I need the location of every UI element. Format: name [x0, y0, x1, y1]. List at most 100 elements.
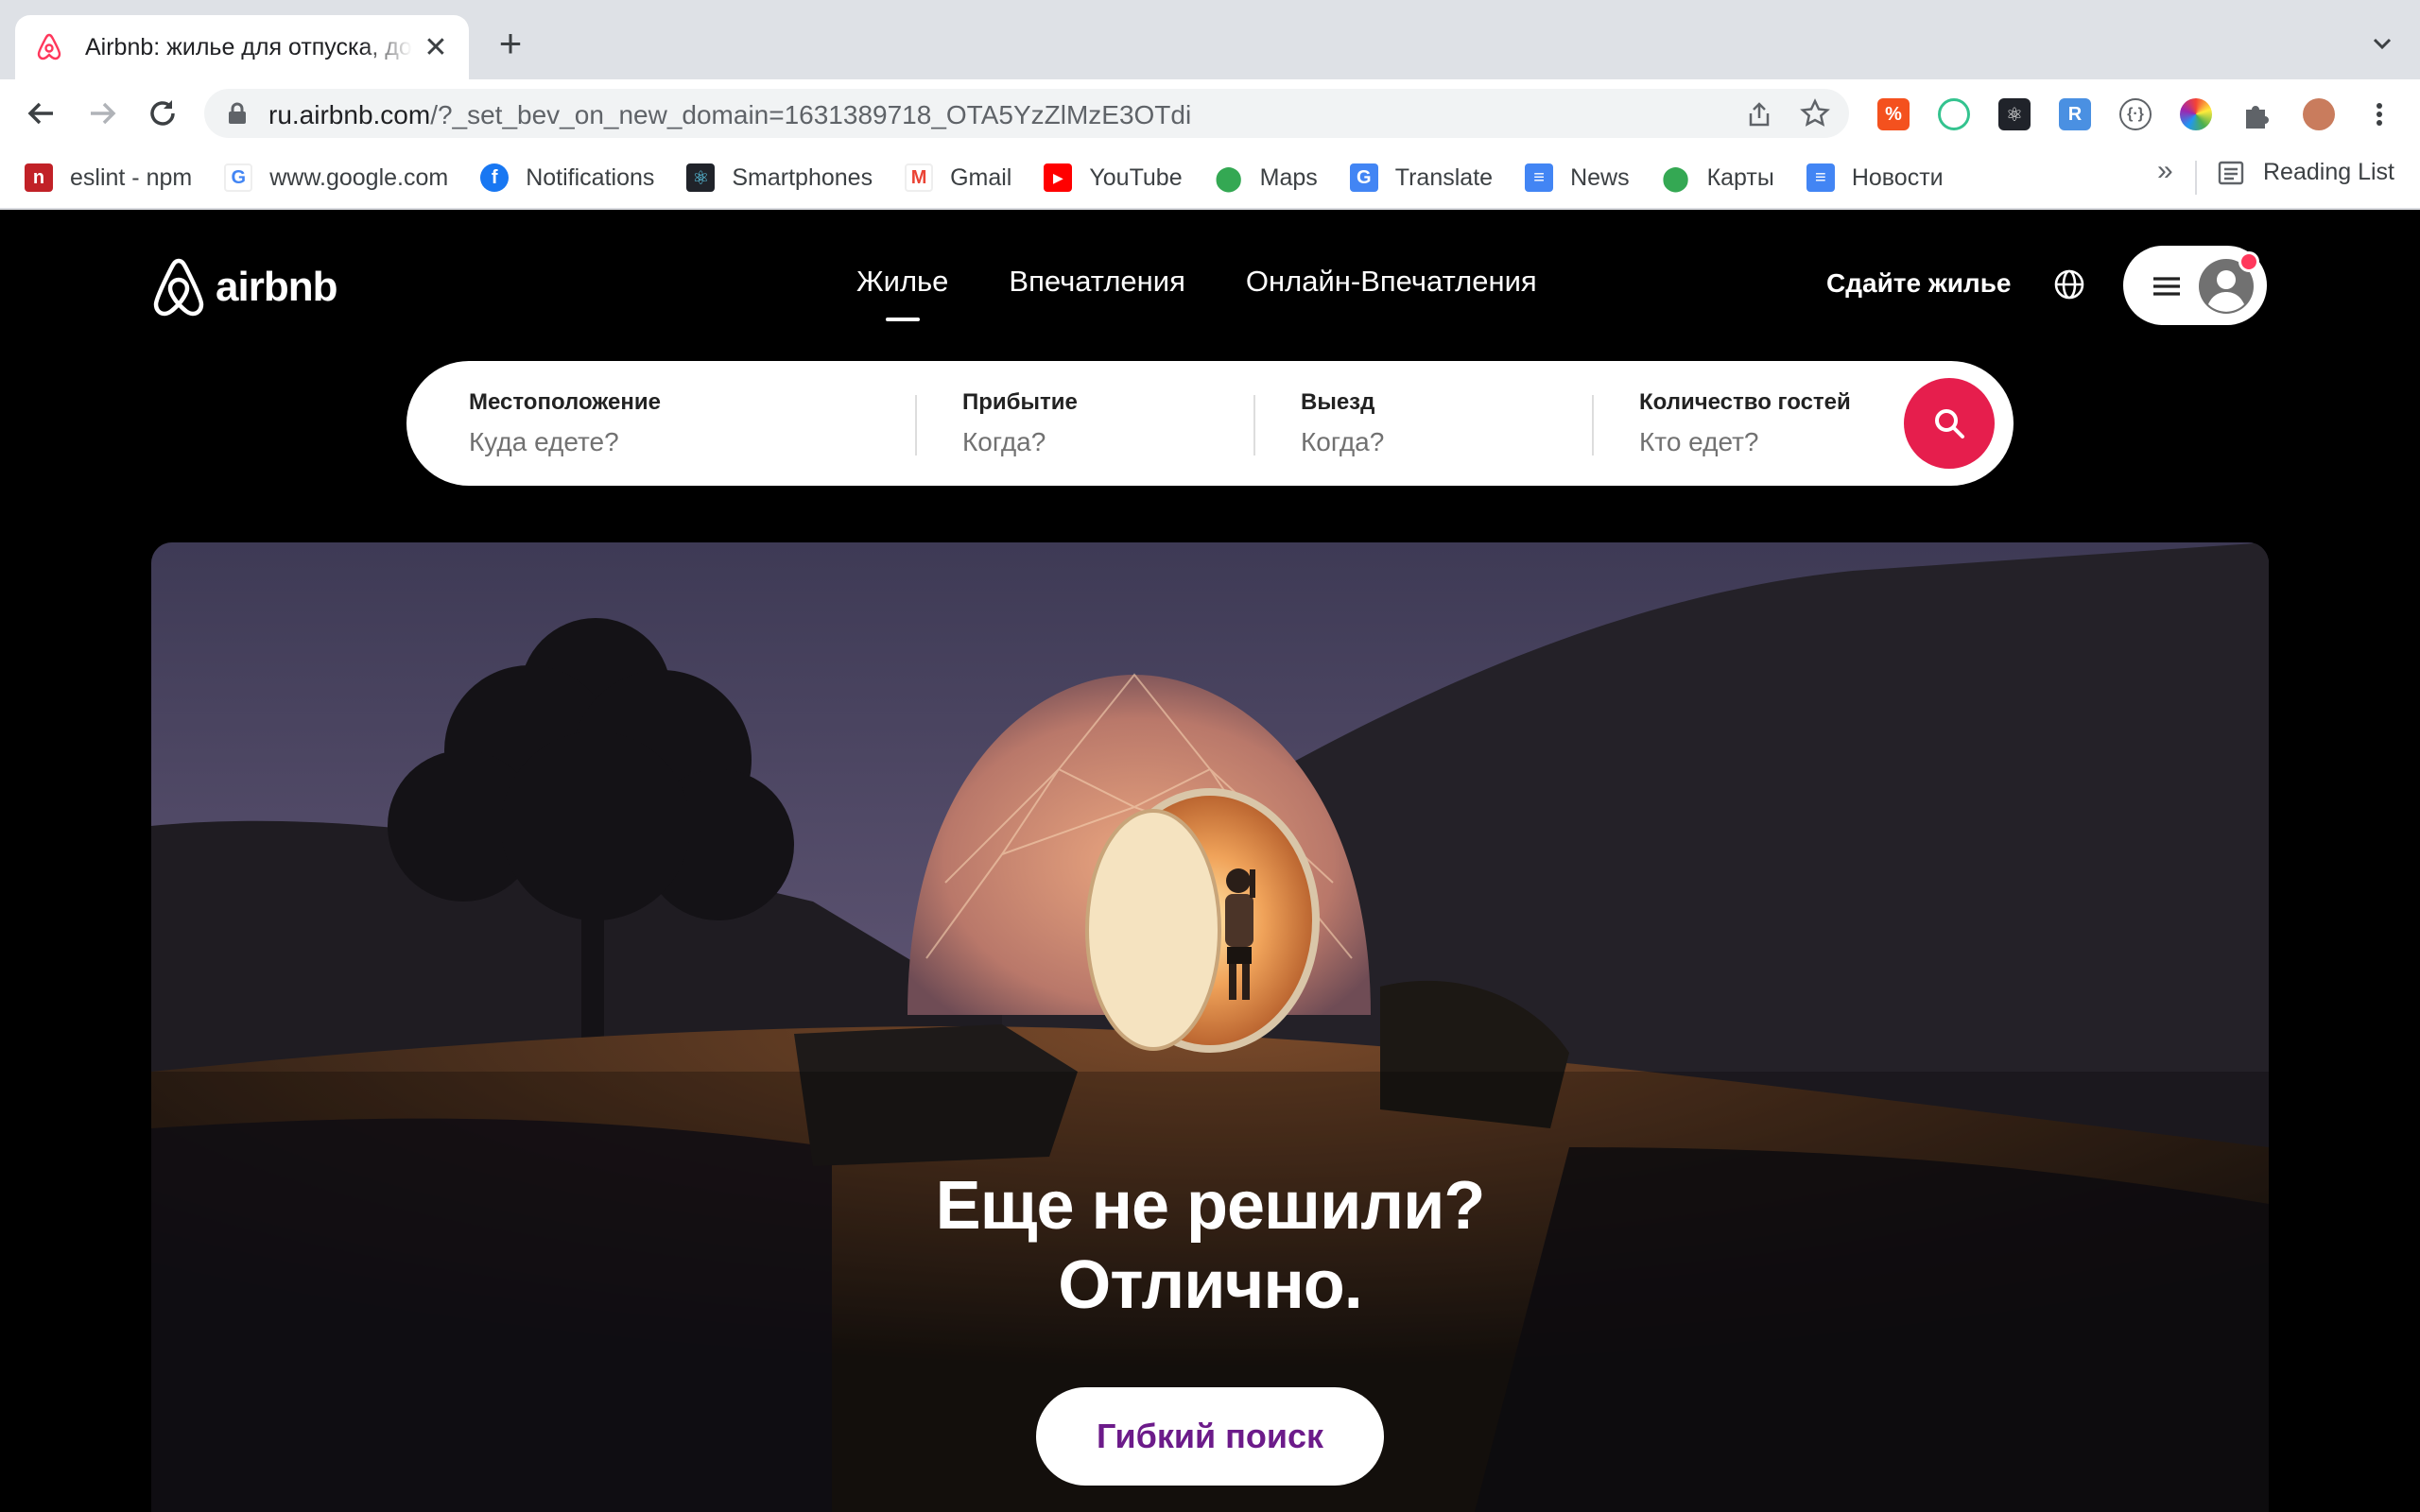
bookmark-smartphones[interactable]: ⚛ Smartphones — [686, 157, 873, 198]
bookmarks-bar: n eslint - npm G www.google.com f Notifi… — [0, 147, 2420, 210]
search-divider — [1253, 395, 1255, 455]
nav-experiences[interactable]: Впечатления — [1009, 265, 1184, 306]
news-icon: ≡ — [1806, 163, 1835, 192]
lock-icon[interactable] — [227, 102, 248, 125]
location-label: Местоположение — [469, 389, 661, 415]
bookmark-notifications[interactable]: f Notifications — [480, 157, 654, 198]
bookmark-label: www.google.com — [269, 163, 449, 191]
bookmark-news[interactable]: ≡ News — [1525, 157, 1630, 198]
bookmark-label: News — [1570, 163, 1630, 191]
browser-tab[interactable]: Airbnb: жилье для отпуска, дома, квартир… — [15, 15, 469, 79]
reading-list-label: Reading List — [2263, 159, 2394, 185]
gmail-icon: M — [905, 163, 934, 192]
bookmarks-overflow-button[interactable]: » — [2157, 155, 2173, 187]
extension-circle-icon[interactable] — [1938, 98, 1970, 130]
tab-close-icon[interactable]: ✕ — [422, 32, 450, 63]
user-menu-button[interactable] — [2123, 246, 2267, 325]
search-divider — [1592, 395, 1594, 455]
guests-label: Количество гостей — [1639, 389, 1851, 415]
guests-placeholder: Кто едет? — [1639, 427, 1759, 456]
url-text: ru.airbnb.com/?_set_bev_on_new_domain=16… — [268, 100, 1191, 130]
bookmark-label: YouTube — [1089, 163, 1183, 191]
extension-r-icon[interactable]: R — [2059, 98, 2091, 130]
checkin-field[interactable]: Прибытие Когда? — [962, 389, 1078, 457]
bookmark-label: Новости — [1851, 163, 1944, 191]
extension-react-devtools-icon[interactable]: ⚛ — [1998, 98, 2031, 130]
bookmark-label: eslint - npm — [70, 163, 193, 191]
extension-code-icon[interactable]: {·} — [2119, 98, 2152, 130]
bookmark-label: Smartphones — [732, 163, 873, 191]
search-bar: Местоположение Куда едете? Прибытие Когд… — [406, 361, 2014, 486]
notification-badge — [2238, 251, 2259, 272]
translate-icon: G — [1349, 163, 1378, 192]
browser-toolbar: ru.airbnb.com/?_set_bev_on_new_domain=16… — [0, 79, 2420, 147]
tab-title: Airbnb: жилье для отпуска, дома, квартир… — [85, 33, 412, 60]
hero-photo — [151, 542, 2269, 1512]
checkin-label: Прибытие — [962, 389, 1078, 415]
flexible-search-button[interactable]: Гибкий поиск — [1036, 1387, 1384, 1486]
location-field[interactable]: Местоположение Куда едете? — [469, 389, 661, 457]
browser-menu-icon[interactable] — [2363, 98, 2395, 130]
tab-strip: Airbnb: жилье для отпуска, дома, квартир… — [0, 0, 2420, 79]
extension-translate-icon[interactable]: % — [1877, 98, 1910, 130]
search-button[interactable] — [1904, 378, 1995, 469]
forward-arrow-icon[interactable] — [83, 94, 121, 132]
nav-stays[interactable]: Жилье — [856, 265, 948, 306]
hero-heading-line1: Еще не решили? — [935, 1168, 1486, 1244]
bookmark-novosti[interactable]: ≡ Новости — [1806, 157, 1944, 198]
hamburger-menu-icon — [2153, 277, 2180, 296]
bookmark-gmail[interactable]: M Gmail — [905, 157, 1011, 198]
search-icon — [1935, 409, 1964, 438]
bookmark-label: Карты — [1706, 163, 1774, 191]
main-nav: Жилье Впечатления Онлайн-Впечатления — [856, 265, 1537, 306]
globe-icon[interactable] — [2053, 268, 2085, 301]
airbnb-belo-icon — [153, 258, 204, 317]
nav-online-experiences[interactable]: Онлайн-Впечатления — [1246, 265, 1537, 306]
bookmark-star-icon[interactable] — [1800, 98, 1830, 129]
extension-color-wheel-icon[interactable] — [2180, 98, 2212, 130]
airbnb-logo[interactable]: airbnb — [151, 257, 337, 318]
checkout-placeholder: Когда? — [1301, 427, 1385, 456]
maps-pin-icon: ⬤ — [1661, 163, 1690, 192]
npm-icon: n — [25, 163, 53, 192]
url-path: /?_set_bev_on_new_domain=1631389718_OTA5… — [430, 100, 1192, 129]
google-icon: G — [224, 163, 253, 192]
facebook-icon: f — [480, 163, 510, 192]
bookmark-karty[interactable]: ⬤ Карты — [1661, 157, 1774, 198]
profile-avatar[interactable] — [2303, 98, 2335, 130]
bookmark-youtube[interactable]: ▶ YouTube — [1044, 157, 1183, 198]
news-icon: ≡ — [1525, 163, 1554, 192]
extensions-puzzle-icon[interactable] — [2240, 98, 2273, 130]
tab-search-chevron-icon[interactable] — [2367, 28, 2397, 59]
youtube-icon: ▶ — [1044, 163, 1073, 192]
reload-icon[interactable] — [144, 94, 182, 132]
share-icon[interactable] — [1745, 100, 1773, 129]
checkin-placeholder: Когда? — [962, 427, 1046, 456]
reading-list-icon — [2218, 161, 2244, 184]
address-bar[interactable]: ru.airbnb.com/?_set_bev_on_new_domain=16… — [204, 89, 1849, 138]
bookmarks-divider — [2195, 161, 2197, 195]
bookmark-maps[interactable]: ⬤ Maps — [1214, 157, 1318, 198]
become-host-link[interactable]: Сдайте жилье — [1826, 268, 2011, 299]
location-placeholder: Куда едете? — [469, 427, 619, 456]
guests-field[interactable]: Количество гостей Кто едет? — [1639, 389, 1851, 457]
airbnb-page: airbnb Жилье Впечатления Онлайн-Впечатле… — [0, 210, 2420, 1512]
hero-heading: Еще не решили? Отлично. — [151, 1166, 2269, 1325]
bookmark-label: Gmail — [950, 163, 1012, 191]
hero-heading-line2: Отлично. — [1058, 1247, 1363, 1323]
reading-list-button[interactable]: Reading List — [2218, 159, 2394, 186]
bookmark-label: Maps — [1259, 163, 1318, 191]
new-tab-button[interactable]: + — [492, 21, 529, 65]
bookmark-eslint[interactable]: n eslint - npm — [25, 157, 192, 198]
logo-text: airbnb — [216, 264, 337, 310]
maps-pin-icon: ⬤ — [1214, 163, 1243, 192]
hero-banner: Еще не решили? Отлично. Гибкий поиск — [151, 542, 2269, 1512]
url-host: ru.airbnb.com — [268, 100, 431, 129]
back-arrow-icon[interactable] — [23, 94, 60, 132]
checkout-field[interactable]: Выезд Когда? — [1301, 389, 1384, 457]
flexible-search-label: Гибкий поиск — [1096, 1417, 1324, 1455]
bookmark-google[interactable]: G www.google.com — [224, 157, 448, 198]
checkout-label: Выезд — [1301, 389, 1375, 415]
bookmark-label: Translate — [1394, 163, 1494, 191]
bookmark-translate[interactable]: G Translate — [1349, 157, 1494, 198]
